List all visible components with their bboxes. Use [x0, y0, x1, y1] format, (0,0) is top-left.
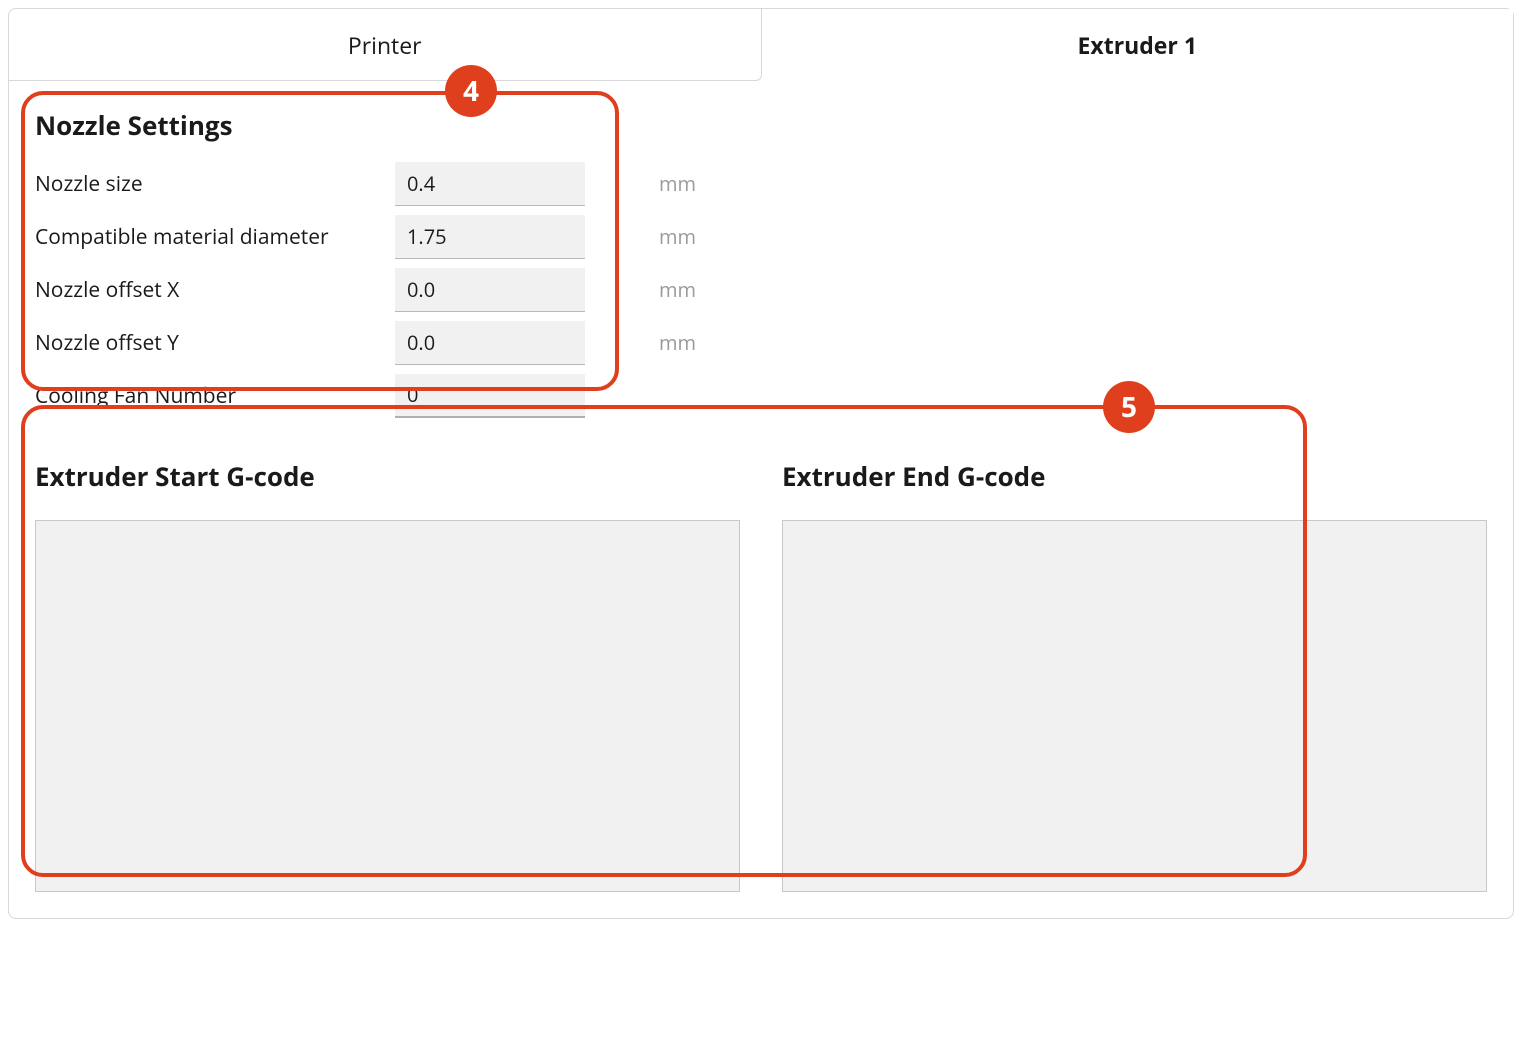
input-wrap-offset-x: mm	[395, 268, 585, 312]
input-cooling-fan[interactable]	[407, 381, 659, 408]
gcode-start-textarea[interactable]	[35, 520, 740, 892]
input-wrap-cooling-fan	[395, 374, 585, 418]
gcode-start-title: Extruder Start G-code	[35, 458, 740, 494]
tab-extruder-1-label: Extruder 1	[1078, 29, 1197, 61]
input-material-diameter[interactable]	[407, 223, 659, 250]
field-nozzle-size: Nozzle size mm	[35, 157, 585, 210]
tab-content: 4 Nozzle Settings Nozzle size mm Compati…	[9, 81, 1513, 918]
gcode-end-title: Extruder End G-code	[782, 458, 1487, 494]
unit-offset-x: mm	[659, 276, 696, 303]
input-wrap-material-diameter: mm	[395, 215, 585, 259]
gcode-end-textarea[interactable]	[782, 520, 1487, 892]
unit-offset-y: mm	[659, 329, 696, 356]
unit-material-diameter: mm	[659, 223, 696, 250]
tab-extruder-1[interactable]: Extruder 1	[762, 9, 1514, 81]
label-offset-x: Nozzle offset X	[35, 276, 395, 304]
field-material-diameter: Compatible material diameter mm	[35, 210, 585, 263]
input-offset-x[interactable]	[407, 276, 659, 303]
input-nozzle-size[interactable]	[407, 170, 659, 197]
tab-row: Printer Extruder 1	[9, 9, 1513, 81]
label-material-diameter: Compatible material diameter	[35, 223, 395, 251]
callout-badge-4: 4	[445, 65, 497, 117]
input-wrap-nozzle-size: mm	[395, 162, 585, 206]
nozzle-settings-title: Nozzle Settings	[35, 107, 585, 143]
label-cooling-fan: Cooling Fan Number	[35, 382, 395, 410]
tab-printer-label: Printer	[348, 29, 422, 61]
input-offset-y[interactable]	[407, 329, 659, 356]
field-cooling-fan: Cooling Fan Number	[35, 369, 585, 422]
callout-badge-5: 5	[1103, 381, 1155, 433]
settings-panel: Printer Extruder 1 4 Nozzle Settings Noz…	[8, 8, 1514, 919]
field-offset-y: Nozzle offset Y mm	[35, 316, 585, 369]
gcode-end-column: Extruder End G-code	[782, 458, 1487, 892]
gcode-section: Extruder Start G-code Extruder End G-cod…	[9, 440, 1513, 918]
label-nozzle-size: Nozzle size	[35, 170, 395, 198]
nozzle-settings-section: Nozzle Settings Nozzle size mm Compatibl…	[9, 81, 609, 440]
label-offset-y: Nozzle offset Y	[35, 329, 395, 357]
unit-nozzle-size: mm	[659, 170, 696, 197]
field-offset-x: Nozzle offset X mm	[35, 263, 585, 316]
gcode-start-column: Extruder Start G-code	[35, 458, 740, 892]
input-wrap-offset-y: mm	[395, 321, 585, 365]
tab-printer[interactable]: Printer	[9, 9, 762, 81]
